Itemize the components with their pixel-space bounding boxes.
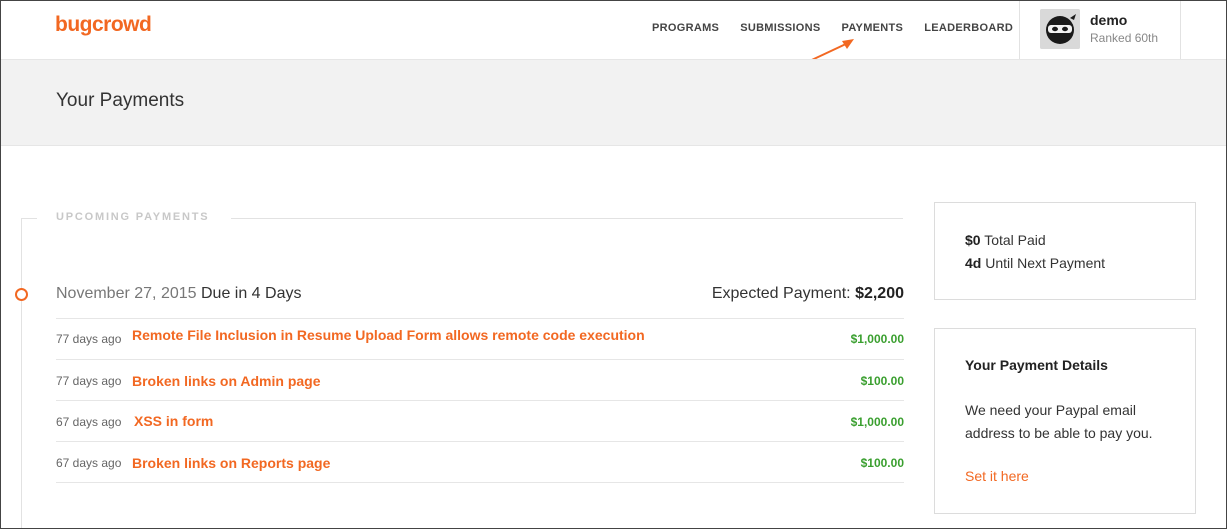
ninja-avatar-icon	[1040, 9, 1080, 49]
submission-row: 67 days ago XSS in form $1,000.00	[56, 401, 904, 442]
total-paid-label: Total Paid	[984, 232, 1046, 248]
submission-amount: $100.00	[860, 374, 904, 388]
submission-title-link[interactable]: XSS in form	[134, 413, 213, 429]
nav-leaderboard[interactable]: LEADERBOARD	[924, 22, 1013, 34]
section-label-upcoming: UPCOMING PAYMENTS	[56, 211, 210, 223]
submission-row: 77 days ago Remote File Inclusion in Res…	[56, 319, 904, 360]
payment-details-title: Your Payment Details	[965, 357, 1108, 373]
submission-amount: $1,000.00	[850, 415, 904, 429]
nav-programs[interactable]: PROGRAMS	[652, 22, 719, 34]
submission-title-link[interactable]: Remote File Inclusion in Resume Upload F…	[132, 327, 645, 343]
expected-payment-label: Expected Payment:	[711, 285, 851, 302]
nav-submissions[interactable]: SUBMISSIONS	[740, 22, 820, 34]
page-title: Your Payments	[56, 90, 185, 111]
payment-due-row: November 27, 2015 Due in 4 Days Expected…	[56, 285, 904, 319]
total-paid-stat: $0 Total Paid	[965, 232, 1046, 248]
timeline-tick	[21, 218, 37, 219]
submission-row: 77 days ago Broken links on Admin page $…	[56, 360, 904, 401]
section-divider	[231, 218, 903, 219]
payment-details-card: Your Payment Details We need your Paypal…	[934, 328, 1196, 514]
page-frame: bugcrowd PROGRAMS SUBMISSIONS PAYMENTS L…	[0, 0, 1227, 529]
submission-age: 77 days ago	[56, 374, 122, 388]
submission-age: 67 days ago	[56, 415, 122, 429]
payment-summary-card: $0 Total Paid 4d Until Next Payment	[934, 202, 1196, 300]
expected-payment-value: $2,200	[855, 285, 904, 302]
set-payment-link[interactable]: Set it here	[965, 468, 1029, 484]
submission-title-link[interactable]: Broken links on Admin page	[132, 373, 321, 389]
nav-payments[interactable]: PAYMENTS	[842, 22, 904, 34]
top-header: bugcrowd PROGRAMS SUBMISSIONS PAYMENTS L…	[1, 1, 1226, 89]
page-title-band: Your Payments	[1, 59, 1226, 146]
bugcrowd-logo[interactable]: bugcrowd	[55, 13, 152, 37]
payment-date: November 27, 2015	[56, 285, 197, 302]
submission-amount: $100.00	[860, 456, 904, 470]
submission-amount: $1,000.00	[850, 332, 904, 346]
user-name: demo	[1090, 12, 1128, 28]
payment-details-text: We need your Paypal email address to be …	[965, 402, 1153, 441]
submission-row: 67 days ago Broken links on Reports page…	[56, 442, 904, 483]
expected-payment: Expected Payment: $2,200	[712, 285, 904, 303]
next-payment-stat: 4d Until Next Payment	[965, 255, 1105, 271]
user-rank: Ranked 60th	[1090, 31, 1159, 45]
total-paid-value: $0	[965, 232, 981, 248]
next-payment-value: 4d	[965, 255, 982, 271]
payment-due-in: Due in 4 Days	[200, 285, 302, 302]
submission-age: 67 days ago	[56, 456, 122, 470]
timeline-line	[21, 218, 22, 528]
user-menu[interactable]: demo Ranked 60th	[1019, 1, 1181, 59]
submission-age: 77 days ago	[56, 332, 122, 346]
timeline-dot-icon	[15, 288, 28, 301]
next-payment-label: Until Next Payment	[985, 255, 1106, 271]
submission-title-link[interactable]: Broken links on Reports page	[132, 455, 330, 471]
main-nav: PROGRAMS SUBMISSIONS PAYMENTS LEADERBOAR…	[652, 22, 1034, 34]
